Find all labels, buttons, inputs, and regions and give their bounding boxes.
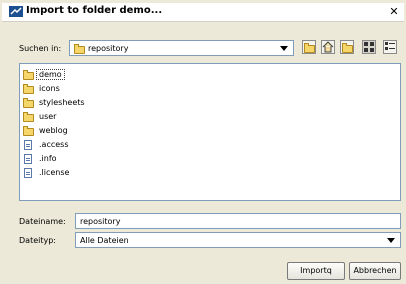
chevron-down-icon xyxy=(280,46,288,51)
file-icon xyxy=(24,168,32,178)
import-dialog: Import to folder demo... ✕ Suchen in: re… xyxy=(0,0,406,284)
chevron-down-icon xyxy=(387,238,395,243)
folder-icon xyxy=(23,84,34,94)
filetype-combo[interactable]: Alle Dateien xyxy=(75,232,401,248)
folder-icon xyxy=(23,126,34,136)
import-button[interactable]: Importq xyxy=(287,262,345,280)
lookin-value: repository xyxy=(88,44,129,53)
up-folder-button[interactable] xyxy=(302,40,316,54)
folder-icon xyxy=(23,112,34,122)
close-icon[interactable]: ✕ xyxy=(388,5,400,18)
file-icon xyxy=(24,154,32,164)
up-folder-icon xyxy=(304,43,315,53)
lookin-label: Suchen in: xyxy=(19,44,62,53)
filename-value: repository xyxy=(80,217,121,226)
folder-icon xyxy=(23,98,34,108)
folder-icon xyxy=(74,44,85,54)
home-icon xyxy=(322,41,334,53)
filetype-label: Dateityp: xyxy=(19,236,56,245)
cancel-button[interactable]: Abbrechen xyxy=(349,262,401,280)
title-bar: Import to folder demo... ✕ xyxy=(2,3,404,22)
lookin-combo[interactable]: repository xyxy=(69,40,294,56)
window-title: Import to folder demo... xyxy=(26,5,163,16)
details-view-button[interactable] xyxy=(383,40,397,54)
list-view-button[interactable] xyxy=(362,40,376,54)
details-view-icon xyxy=(385,42,395,50)
new-folder-button[interactable] xyxy=(340,40,354,54)
filename-label: Dateiname: xyxy=(19,217,66,226)
home-button[interactable] xyxy=(321,40,335,54)
new-folder-icon xyxy=(342,43,353,53)
list-view-icon xyxy=(364,42,374,52)
filename-field[interactable]: repository xyxy=(75,213,401,229)
file-icon xyxy=(24,140,32,150)
app-icon xyxy=(9,6,23,17)
filetype-value: Alle Dateien xyxy=(80,236,129,245)
folder-icon xyxy=(23,70,34,80)
file-list[interactable]: demo icons stylesheets user weblog .acce… xyxy=(19,63,401,201)
